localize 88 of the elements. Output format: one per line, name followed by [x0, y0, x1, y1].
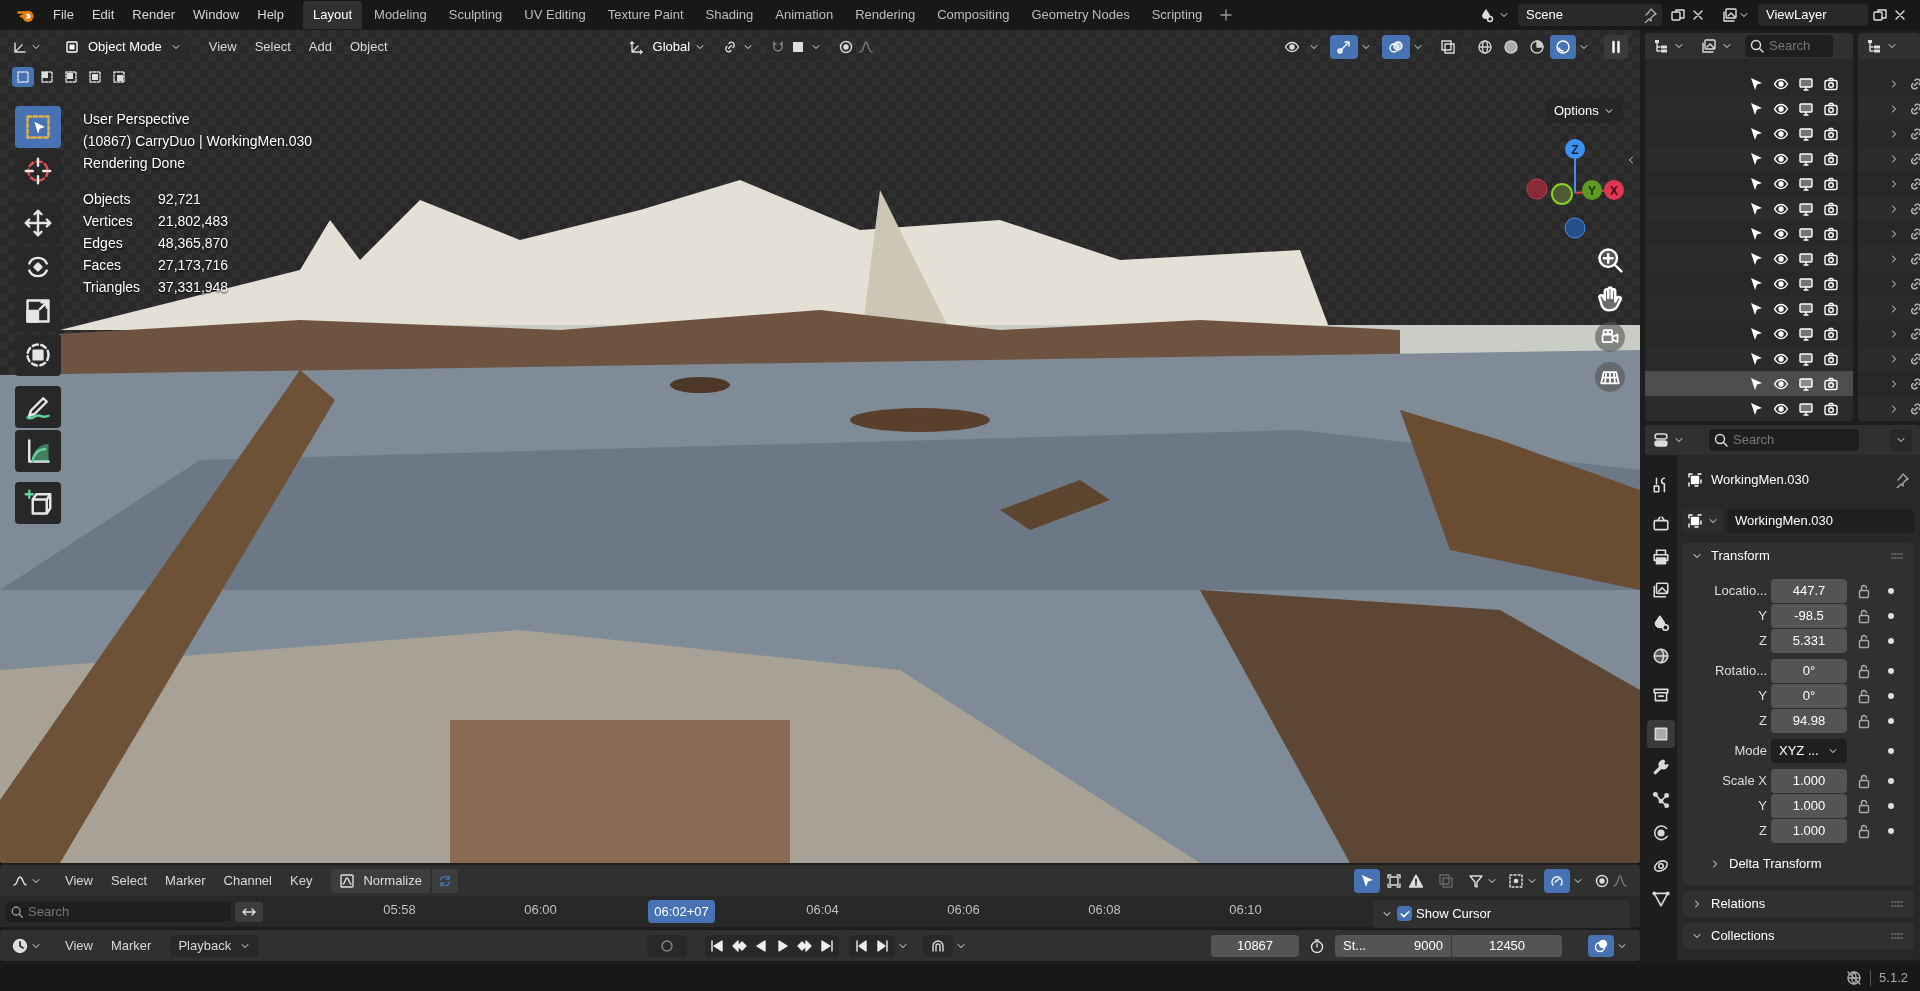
number-field[interactable]: 1.000 [1771, 794, 1847, 818]
time-tick-label: 06:06 [947, 900, 980, 919]
menu-item[interactable]: Add [299, 34, 341, 60]
field-label: Z [1758, 632, 1767, 651]
viewport-info-text: (10867) CarryDuo | WorkingMen.030 [83, 132, 313, 151]
scene-field[interactable]: Scene [1518, 4, 1638, 26]
menu-item[interactable]: Marker [101, 932, 161, 959]
menu-item[interactable]: Render [123, 2, 184, 28]
checkbox-label: Show Cursor [1416, 904, 1492, 923]
workspace-tab[interactable]: UV Editing [514, 1, 596, 29]
stat-label: Faces [83, 256, 123, 275]
viewport-info-text: Rendering Done [83, 154, 186, 173]
field-label: Rotatio... [1713, 662, 1767, 681]
stat-label: Objects [83, 190, 132, 209]
version-text: 5.1.2 [1879, 968, 1908, 987]
menu-item[interactable]: View [56, 932, 102, 959]
workspace-tab[interactable]: Compositing [927, 1, 1020, 29]
mode-dropdown[interactable]: XYZ ... [1771, 739, 1847, 763]
menu-item[interactable]: Select [101, 867, 157, 894]
field-label: Scale X [1721, 772, 1767, 791]
stat-value: 27,173,716 [158, 256, 229, 275]
normalize-toggle[interactable]: Normalize [331, 868, 430, 893]
field-label: Y [1757, 607, 1767, 626]
object-name: WorkingMen.030 [1711, 471, 1811, 490]
field-label: Z [1758, 822, 1767, 841]
menu-item[interactable]: View [56, 867, 102, 894]
panel-header[interactable]: Delta Transform [1701, 851, 1914, 877]
menu-item[interactable]: Edit [82, 2, 124, 28]
menu-item[interactable]: Key [281, 867, 322, 894]
menu-item[interactable]: Marker [156, 867, 215, 894]
number-field[interactable]: 0° [1771, 659, 1847, 683]
stat-label: Edges [83, 234, 124, 253]
workspace-tab[interactable]: Sculpting [438, 1, 513, 29]
current-time-marker[interactable]: 06:02+07 [648, 899, 715, 924]
viewport-info-text: User Perspective [83, 110, 191, 129]
menu-item[interactable]: View [199, 34, 246, 60]
menu-item[interactable]: Help [248, 2, 293, 28]
workspace-tab[interactable]: Texture Paint [597, 1, 694, 29]
number-field[interactable]: 447.7 [1771, 579, 1847, 603]
panel-header[interactable]: Collections [1683, 923, 1914, 949]
menu-item[interactable]: Window [184, 2, 249, 28]
field-label: Z [1758, 712, 1767, 731]
number-field[interactable]: 94.98 [1771, 709, 1847, 733]
menu-item[interactable]: File [44, 2, 83, 28]
panel-header[interactable]: Relations [1683, 891, 1914, 917]
stat-label: Vertices [83, 212, 134, 231]
field-label: Y [1757, 797, 1767, 816]
number-field[interactable]: -98.5 [1771, 604, 1847, 628]
stat-value: 21,802,483 [158, 212, 229, 231]
workspace-tab[interactable]: Modeling [364, 1, 437, 29]
stat-value: 48,365,870 [158, 234, 229, 253]
orientation-dropdown[interactable]: Global [648, 37, 711, 57]
time-tick-label: 06:08 [1088, 900, 1121, 919]
stat-label: Triangles [83, 278, 141, 297]
search-field[interactable]: Search [1745, 35, 1833, 57]
start-frame-field[interactable]: St... 9000 [1335, 934, 1451, 957]
panel-header[interactable]: Transform [1683, 543, 1914, 569]
time-tick-label: 06:00 [524, 900, 557, 919]
workspace-tab[interactable]: Rendering [845, 1, 926, 29]
view-layer-field[interactable]: ViewLayer [1758, 4, 1868, 26]
workspace-tab[interactable]: Animation [765, 1, 844, 29]
current-frame-field[interactable]: 10867 [1211, 934, 1299, 957]
name-field[interactable]: WorkingMen.030 [1727, 509, 1914, 533]
workspace-tab[interactable]: Geometry Nodes [1021, 1, 1140, 29]
mode-dropdown[interactable]: Object Mode [56, 35, 190, 59]
menu-item[interactable]: Select [245, 34, 300, 60]
menu-item[interactable]: Channel [214, 867, 281, 894]
workspace-tab[interactable]: Scripting [1141, 1, 1213, 29]
axis-gizmo[interactable]: Z Y X [1520, 128, 1635, 243]
search-field[interactable]: Search [1709, 429, 1859, 451]
field-label: Locatio... [1713, 582, 1767, 601]
number-field[interactable]: 0° [1771, 684, 1847, 708]
number-field[interactable]: 1.000 [1771, 769, 1847, 793]
playback-dropdown[interactable]: Playback [170, 934, 260, 957]
time-tick-label: 06:10 [1229, 900, 1262, 919]
time-tick-label: 05:58 [383, 900, 416, 919]
field-label: Y [1757, 687, 1767, 706]
workspace-tab[interactable]: Layout [303, 1, 363, 29]
options-dropdown[interactable]: Options [1546, 99, 1623, 123]
menu-item[interactable]: Object [340, 34, 397, 60]
field-label: Mode [1733, 742, 1767, 761]
end-frame-field[interactable]: 12450 [1452, 934, 1562, 957]
number-field[interactable]: 1.000 [1771, 819, 1847, 843]
workspace-tab[interactable]: Shading [695, 1, 764, 29]
stat-value: 92,721 [158, 190, 202, 209]
time-tick-label: 06:04 [806, 900, 839, 919]
number-field[interactable]: 5.331 [1771, 629, 1847, 653]
stat-value: 37,331,948 [158, 278, 229, 297]
